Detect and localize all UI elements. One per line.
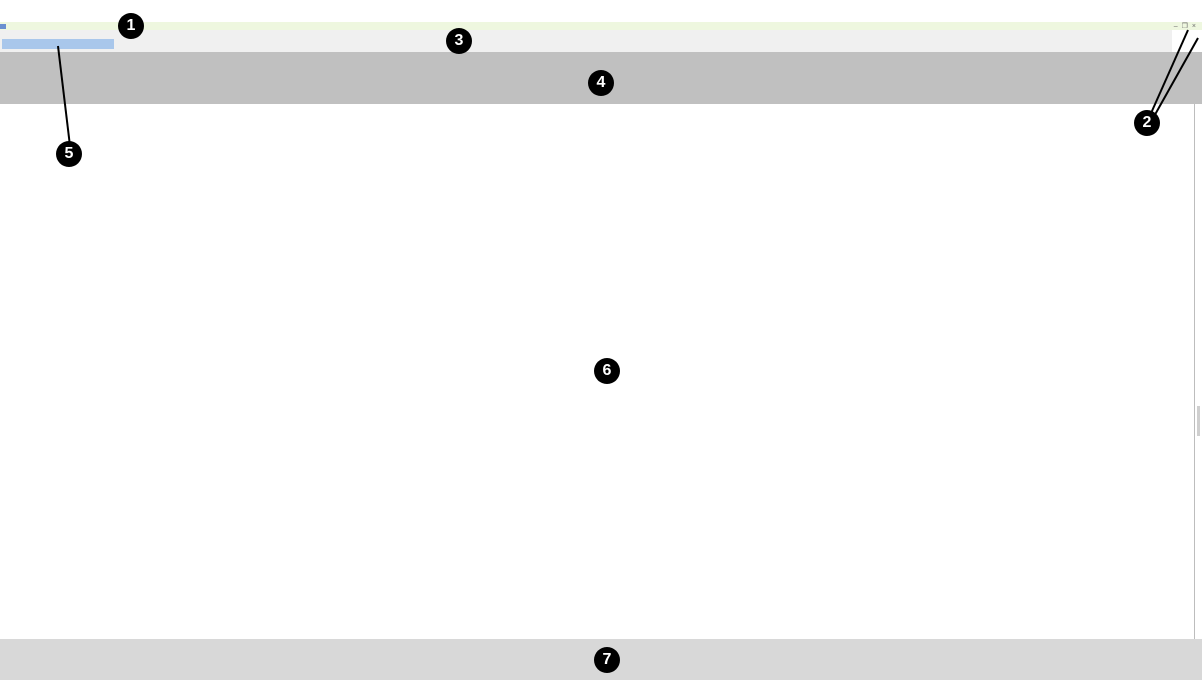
annotation-marker-5: 5 xyxy=(56,141,82,167)
annotation-marker-7: 7 xyxy=(594,647,620,673)
application-window: – ❐ × 1 2 3 4 5 6 7 xyxy=(0,0,1202,680)
active-tab[interactable] xyxy=(2,39,114,49)
tab-strip xyxy=(0,30,1202,52)
restore-icon[interactable]: ❐ xyxy=(1182,23,1188,30)
annotation-marker-3: 3 xyxy=(446,28,472,54)
annotation-marker-2: 2 xyxy=(1134,110,1160,136)
vertical-scrollbar[interactable] xyxy=(1194,104,1202,639)
tab-strip-corner xyxy=(1172,30,1202,52)
app-icon xyxy=(0,24,6,29)
title-bar xyxy=(0,22,1202,30)
scrollbar-thumb[interactable] xyxy=(1197,406,1200,436)
window-controls: – ❐ × xyxy=(1174,23,1196,30)
minimize-icon[interactable]: – xyxy=(1174,23,1178,30)
annotation-marker-4: 4 xyxy=(588,70,614,96)
annotation-marker-1: 1 xyxy=(118,13,144,39)
close-icon[interactable]: × xyxy=(1192,23,1196,30)
annotation-marker-6: 6 xyxy=(594,358,620,384)
